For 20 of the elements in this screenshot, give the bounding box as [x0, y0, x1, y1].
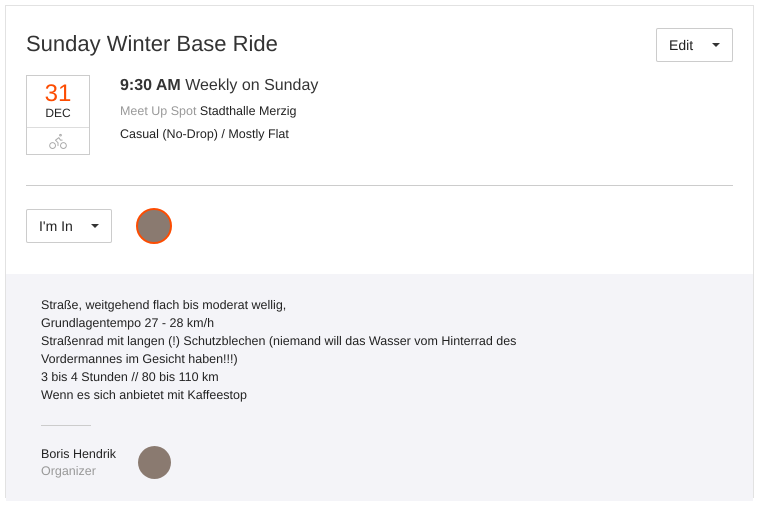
ride-type: Casual (No-Drop) / Mostly Flat	[120, 127, 290, 141]
description-line: Straße, weitgehend flach bis moderat wellig,	[41, 297, 288, 314]
event-title: Sunday Winter Base Ride	[26, 31, 278, 57]
description-line: Wenn es sich anbietet mit Kaffeestop	[41, 387, 248, 404]
caret-icon	[712, 43, 720, 47]
organizer-avatar[interactable]	[138, 446, 172, 479]
organizer-name: Boris Hendrik	[41, 447, 116, 461]
caret-icon	[91, 224, 99, 228]
organizer-role: Organizer	[41, 464, 97, 478]
meetup-location: Meet Up Spot Stadthalle Merzig	[120, 104, 298, 118]
edit-dropdown[interactable]: Edit	[656, 28, 733, 62]
bicycle-icon	[48, 131, 68, 151]
description-line: Grundlagentempo 27 - 28 km/h	[41, 315, 216, 332]
event-day: 31	[44, 82, 72, 106]
event-month: DEC	[45, 106, 71, 120]
attendee-avatar[interactable]	[136, 208, 172, 244]
event-schedule: 9:30 AM Weekly on Sunday	[120, 77, 318, 95]
description-line: 3 bis 4 Stunden // 80 bis 110 km	[41, 369, 220, 386]
description-line: Straßenrad mit langen (!) Schutzblechen (niemand will das Wasser vom Hinterrad des Vordermannes im Gesicht haben!!!)	[41, 333, 518, 368]
rsvp-dropdown[interactable]: I'm In	[26, 209, 112, 243]
